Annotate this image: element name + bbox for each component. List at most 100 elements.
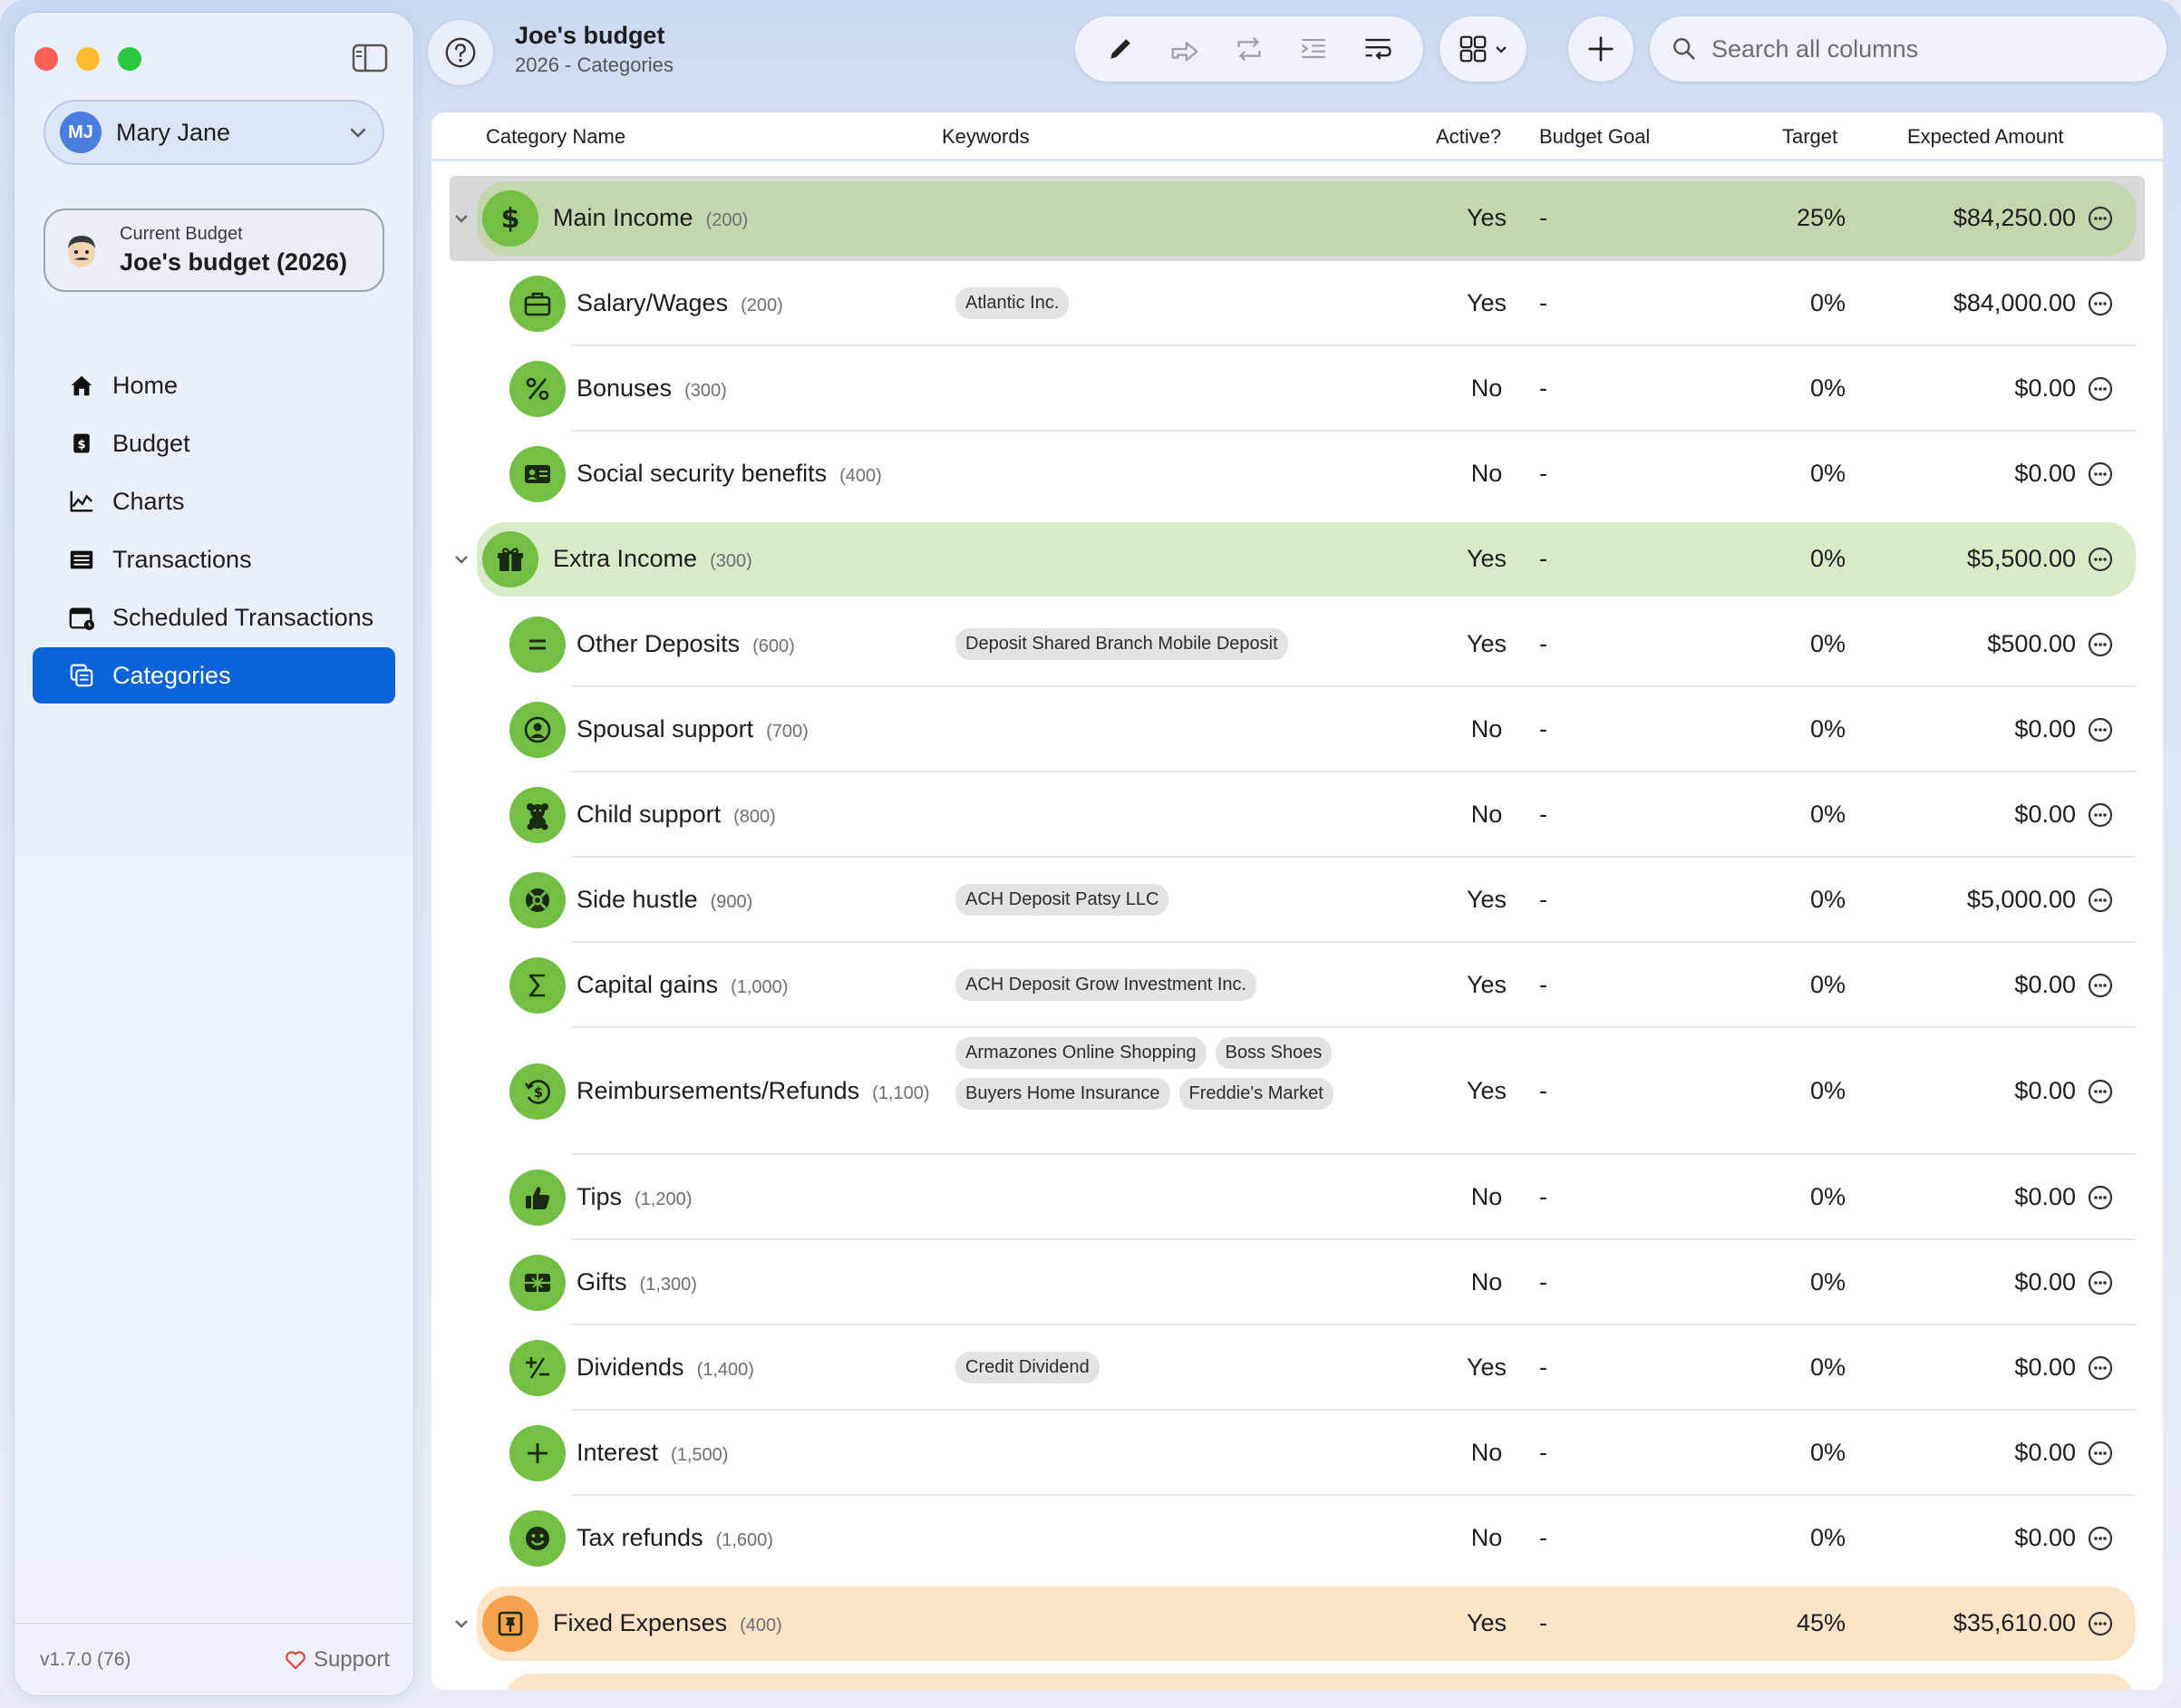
- keyword-chip[interactable]: Credit Dividend: [955, 1352, 1100, 1384]
- table-row[interactable]: Side hustle (900) ACH Deposit Patsy LLC Yes…: [431, 858, 2163, 943]
- more-options-icon[interactable]: [2087, 887, 2114, 914]
- chevron-down-icon[interactable]: [451, 549, 471, 569]
- sidebar-item-charts[interactable]: Charts: [33, 473, 395, 529]
- sidebar-item-scheduled-transactions[interactable]: Scheduled Transactions: [33, 589, 395, 645]
- category-group-row[interactable]: $ Main Income (200) Yes - 25% $84,250.00: [431, 176, 2163, 261]
- budget-goal-value: -: [1539, 204, 1547, 231]
- more-options-icon[interactable]: [2087, 1078, 2114, 1105]
- expected-amount-value: $0.00: [2014, 1524, 2076, 1552]
- column-header-category-name[interactable]: Category Name: [486, 125, 625, 149]
- sidebar-item-budget[interactable]: $ Budget: [33, 415, 395, 471]
- current-budget-card[interactable]: Current Budget Joe's budget (2026): [44, 209, 384, 292]
- active-value: No: [1470, 715, 1503, 742]
- more-options-icon[interactable]: [2087, 801, 2114, 829]
- table-row[interactable]: Capital gains (1,000) ACH Deposit Grow Inv…: [431, 943, 2163, 1028]
- table-row[interactable]: Social security benefits (400) No - 0% $0.00: [431, 432, 2163, 517]
- category-count: (300): [684, 381, 727, 401]
- active-value: No: [1470, 374, 1503, 402]
- table-row[interactable]: Dividends (1,400) Credit Dividend Yes - 0% $0.…: [431, 1325, 2163, 1412]
- window-title-block: Joe's budget 2026 - Categories: [515, 22, 674, 77]
- view-options-button[interactable]: [1439, 16, 1527, 82]
- sidebar-item-categories[interactable]: Categories: [33, 647, 395, 704]
- keyword-chip[interactable]: Buyers Home Insurance: [955, 1078, 1170, 1110]
- target-value: 0%: [1809, 374, 1846, 402]
- keyword-chip[interactable]: Armazones Online Shopping: [955, 1037, 1207, 1069]
- more-options-icon[interactable]: [2087, 1184, 2114, 1211]
- zoom-window-button[interactable]: [118, 47, 141, 71]
- more-options-icon[interactable]: [2087, 631, 2114, 658]
- more-options-icon[interactable]: [2087, 375, 2114, 403]
- plus-minus-icon: [509, 1340, 566, 1397]
- move-button[interactable]: [1164, 28, 1206, 70]
- active-value: Yes: [1466, 289, 1507, 316]
- category-name-label: Fixed Expenses: [553, 1609, 728, 1637]
- gift-icon: [482, 531, 538, 587]
- help-button[interactable]: [428, 20, 493, 85]
- keyword-chip[interactable]: Boss Shoes: [1215, 1037, 1333, 1069]
- more-options-icon[interactable]: [2087, 1269, 2114, 1296]
- search-input[interactable]: [1711, 34, 2128, 63]
- expected-amount-value: $0.00: [2014, 1268, 2076, 1296]
- indent-button[interactable]: [1293, 28, 1334, 70]
- category-group-row[interactable]: Fixed Expenses (400) Yes - 45% $35,610.00: [431, 1581, 2163, 1666]
- more-options-icon[interactable]: [2087, 205, 2114, 232]
- search-field[interactable]: [1650, 16, 2166, 82]
- more-options-icon[interactable]: [2087, 1610, 2114, 1637]
- keyword-chip[interactable]: Atlantic Inc.: [955, 287, 1070, 319]
- column-header-keywords[interactable]: Keywords: [942, 125, 1030, 149]
- sidebar-item-transactions[interactable]: Transactions: [33, 531, 395, 587]
- minimize-window-button[interactable]: [76, 47, 100, 71]
- close-window-button[interactable]: [34, 47, 58, 71]
- more-options-icon[interactable]: [2087, 546, 2114, 573]
- categories-table: Category Name Keywords Active? Budget Go…: [431, 112, 2163, 1690]
- more-options-icon[interactable]: [2087, 461, 2114, 488]
- column-header-active[interactable]: Active?: [1436, 125, 1501, 149]
- table-row[interactable]: Other Deposits (600) Deposit Shared Branch…: [431, 602, 2163, 687]
- table-row[interactable]: Tips (1,200) No - 0% $0.00: [431, 1155, 2163, 1241]
- more-options-icon[interactable]: [2087, 1440, 2114, 1467]
- indent-icon: [1301, 39, 1325, 59]
- table-row[interactable]: Gifts (1,300) No - 0% $0.00: [431, 1240, 2163, 1326]
- table-row[interactable]: Tax refunds (1,600) No - 0% $0.00: [431, 1496, 2163, 1581]
- svg-text:$: $: [501, 203, 520, 234]
- column-header-budget-goal[interactable]: Budget Goal: [1539, 125, 1650, 149]
- sigma-icon: [509, 957, 566, 1014]
- active-value: Yes: [1466, 971, 1507, 998]
- keyword-chip[interactable]: ACH Deposit Grow Investment Inc.: [955, 969, 1257, 1001]
- more-options-icon[interactable]: [2087, 716, 2114, 743]
- repeat-button[interactable]: [1228, 28, 1270, 70]
- add-category-button[interactable]: [1568, 16, 1633, 82]
- chevron-down-icon[interactable]: [451, 1614, 471, 1634]
- table-row[interactable]: Spousal support (700) No - 0% $0.00: [431, 687, 2163, 772]
- support-link[interactable]: Support: [285, 1647, 390, 1673]
- keyword-chip[interactable]: Deposit Shared Branch Mobile Deposit: [955, 628, 1288, 660]
- edit-button[interactable]: [1100, 28, 1141, 70]
- category-group-row[interactable]: Extra Income (300) Yes - 0% $5,500.00: [431, 517, 2163, 602]
- table-row[interactable]: Salary/Wages (200) Atlantic Inc. Yes - 0% $84,…: [431, 261, 2163, 346]
- user-selector[interactable]: MJ Mary Jane: [44, 100, 384, 165]
- more-options-icon[interactable]: [2087, 290, 2114, 317]
- sidebar-toggle-icon[interactable]: [352, 44, 388, 73]
- table-row[interactable]: $ Reimbursements/Refunds (1,100) Armazones …: [431, 1028, 2163, 1156]
- table-row[interactable]: Child support (800) No - 0% $0.00: [431, 772, 2163, 858]
- column-header-expected-amount[interactable]: Expected Amount: [1907, 125, 2063, 149]
- more-options-icon[interactable]: [2087, 1525, 2114, 1552]
- page-title: Joe's budget: [515, 22, 665, 49]
- column-header-target[interactable]: Target: [1782, 125, 1837, 149]
- svg-text:$: $: [534, 1084, 543, 1101]
- table-row[interactable]: Bonuses (300) No - 0% $0.00: [431, 346, 2163, 432]
- chevron-down-icon[interactable]: [451, 209, 471, 228]
- category-name: Spousal support (700): [577, 715, 809, 743]
- wrap-button[interactable]: [1357, 28, 1399, 70]
- table-row[interactable]: Interest (1,500) No - 0% $0.00: [431, 1411, 2163, 1497]
- more-options-icon[interactable]: [2087, 1354, 2114, 1382]
- keyword-chip[interactable]: ACH Deposit Patsy LLC: [955, 884, 1169, 916]
- category-name: Tips (1,200): [577, 1183, 692, 1211]
- keyword-chip[interactable]: Freddie's Market: [1178, 1078, 1333, 1110]
- category-name-label: Main Income: [553, 204, 693, 231]
- table-row-partial: [431, 1666, 2163, 1690]
- sidebar-item-home[interactable]: Home: [33, 357, 395, 413]
- budget-goal-value: -: [1539, 460, 1547, 487]
- equals-icon: [509, 616, 566, 673]
- more-options-icon[interactable]: [2087, 972, 2114, 999]
